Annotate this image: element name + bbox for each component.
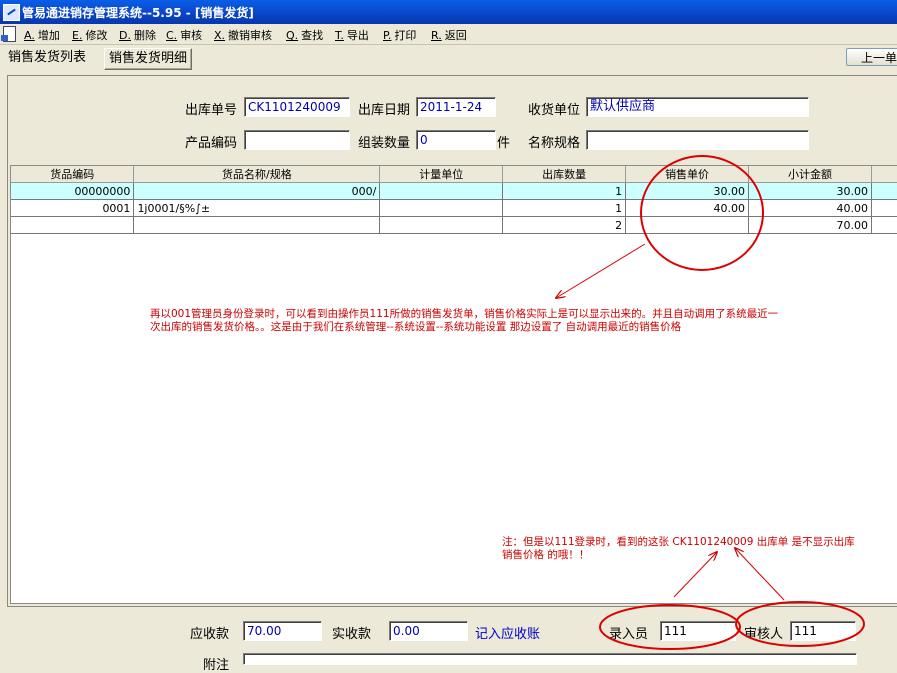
qty-unit: 件 xyxy=(497,136,511,151)
cell-extra xyxy=(871,182,897,200)
cell-code[interactable]: 00000000 xyxy=(11,182,135,200)
cell-extra xyxy=(871,199,897,217)
receiver-field[interactable]: 默认供应商 xyxy=(586,97,809,117)
col-header-amount[interactable]: 小计金额 xyxy=(748,166,872,183)
menu-return[interactable]: R. 返回 xyxy=(431,27,467,43)
qty-label: 组装数量 xyxy=(358,136,411,151)
date-field[interactable]: 2011-1-24 xyxy=(416,97,496,117)
post-receivable-link[interactable]: 记入应收账 xyxy=(475,623,540,642)
document-icon xyxy=(1,26,16,42)
menu-find[interactable]: Q. 查找 xyxy=(286,27,323,43)
title-bar: 管易通进销存管理系统--5.95 - [销售发货] xyxy=(0,0,897,24)
cell-price[interactable] xyxy=(625,216,750,234)
menu-bar: A. 增加 E. 修改 D. 删除 C. 审核 X. 撤销审核 Q. 查找 T. 导出 P. 打… xyxy=(0,24,897,45)
window-title: 管易通进销存管理系统--5.95 - [销售发货] xyxy=(22,6,254,20)
cell-price[interactable]: 30.00 xyxy=(625,182,750,200)
tab-sales-detail[interactable]: 销售发货明细 xyxy=(104,48,193,70)
cell-qty[interactable]: 1 xyxy=(502,199,627,217)
order-no-label: 出库单号 xyxy=(185,103,238,118)
cell-code[interactable]: 0001 xyxy=(11,199,135,217)
qty-field[interactable]: 0 xyxy=(416,130,496,150)
menu-export[interactable]: T. 导出 xyxy=(335,27,369,43)
grid-header-row: 货品编码 货品名称/规格 计量单位 出库数量 销售单价 小计金额 xyxy=(11,166,897,183)
cell-name[interactable]: 1j0001/§%∫± xyxy=(133,199,381,217)
product-code-field[interactable] xyxy=(244,130,350,150)
entry-clerk-label: 录入员 xyxy=(609,627,649,642)
col-header-extra xyxy=(871,166,897,183)
auditor-label: 审核人 xyxy=(744,627,784,642)
cell-unit[interactable] xyxy=(379,199,504,217)
annotation-main: 再以001管理员身份登录时，可以看到由操作员111所做的销售发货单，销售价格实际… xyxy=(150,308,779,333)
tab-strip: 销售发货列表 销售发货明细 xyxy=(0,45,897,71)
menu-cancel-audit[interactable]: X. 撤销审核 xyxy=(214,27,272,43)
cell-unit[interactable] xyxy=(379,182,504,200)
cell-price[interactable]: 40.00 xyxy=(625,199,750,217)
spec-label: 名称规格 xyxy=(528,136,581,151)
prev-order-button[interactable]: 上一单 xyxy=(846,48,897,66)
menu-delete[interactable]: D. 删除 xyxy=(119,27,156,43)
cell-qty[interactable]: 1 xyxy=(502,182,627,200)
app-icon xyxy=(3,4,20,21)
entry-clerk-field[interactable]: 111 xyxy=(660,621,736,641)
table-row-total[interactable]: 2 70.00 xyxy=(11,216,897,234)
col-header-code[interactable]: 货品编码 xyxy=(11,166,135,183)
spec-field[interactable] xyxy=(586,130,809,150)
col-header-unit[interactable]: 计量单位 xyxy=(379,166,504,183)
tab-sales-list[interactable]: 销售发货列表 xyxy=(4,48,90,68)
menu-audit[interactable]: C. 审核 xyxy=(166,27,202,43)
remark-label: 附注 xyxy=(203,658,230,673)
cell-extra xyxy=(871,216,897,234)
col-header-qty[interactable]: 出库数量 xyxy=(502,166,627,183)
product-code-label: 产品编码 xyxy=(185,136,238,151)
receiver-label: 收货单位 xyxy=(528,103,581,118)
menu-print[interactable]: P. 打印 xyxy=(383,27,416,43)
col-header-name[interactable]: 货品名称/规格 xyxy=(133,166,381,183)
cell-qty[interactable]: 2 xyxy=(502,216,627,234)
annotation-bottom: 注：但是以111登录时，看到的这张 CK1101240009 出库单 是不显示出… xyxy=(502,536,855,561)
menu-add[interactable]: A. 增加 xyxy=(24,27,60,43)
auditor-field[interactable]: 111 xyxy=(790,621,856,641)
received-field[interactable]: 0.00 xyxy=(389,621,468,641)
order-no-field[interactable]: CK1101240009 xyxy=(244,97,350,117)
date-label: 出库日期 xyxy=(358,103,411,118)
remark-field[interactable] xyxy=(243,653,857,665)
receivable-label: 应收款 xyxy=(190,627,230,642)
cell-name[interactable]: 000/ xyxy=(133,182,381,200)
menu-edit[interactable]: E. 修改 xyxy=(72,27,107,43)
table-row[interactable]: 00000000 000/ 1 30.00 30.00 xyxy=(11,182,897,200)
cell-amount[interactable]: 30.00 xyxy=(748,182,872,200)
col-header-price[interactable]: 销售单价 xyxy=(625,166,750,183)
received-label: 实收款 xyxy=(332,627,372,642)
cell-unit[interactable] xyxy=(379,216,504,234)
cell-amount[interactable]: 40.00 xyxy=(748,199,872,217)
receivable-field[interactable]: 70.00 xyxy=(243,621,322,641)
cell-name[interactable] xyxy=(133,216,381,234)
table-row[interactable]: 0001 1j0001/§%∫± 1 40.00 40.00 xyxy=(11,199,897,217)
cell-amount[interactable]: 70.00 xyxy=(748,216,872,234)
cell-code[interactable] xyxy=(11,216,135,234)
